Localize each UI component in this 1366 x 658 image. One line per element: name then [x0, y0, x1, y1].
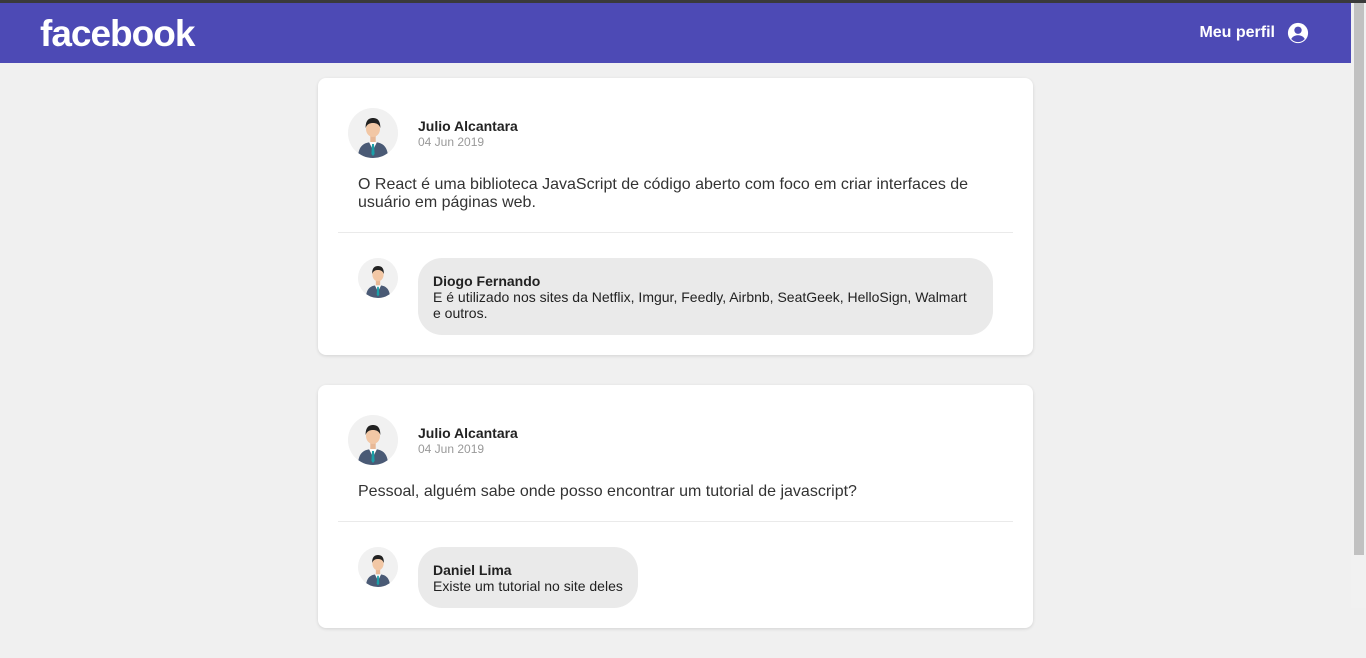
- commenter-avatar-icon[interactable]: [358, 258, 398, 298]
- post-card: Julio Alcantara 04 Jun 2019 O React é um…: [318, 78, 1033, 355]
- post-date: 04 Jun 2019: [418, 441, 485, 456]
- comment-bubble: Diogo Fernando E é utilizado nos sites d…: [418, 258, 993, 335]
- my-profile-label: Meu perfil: [1199, 24, 1275, 41]
- divider: [338, 232, 1013, 233]
- scrollbar-thumb[interactable]: [1354, 3, 1364, 555]
- divider: [338, 521, 1013, 522]
- author-info: Julio Alcantara 04 Jun 2019: [418, 118, 518, 149]
- facebook-logo[interactable]: facebook: [40, 15, 195, 52]
- my-profile-link[interactable]: Meu perfil: [1199, 22, 1309, 44]
- comment-text: Existe um tutorial no site deles: [433, 578, 623, 594]
- commenter-avatar-icon[interactable]: [358, 547, 398, 587]
- top-navbar: facebook Meu perfil: [0, 3, 1351, 63]
- post-author[interactable]: Julio Alcantara: [418, 425, 518, 442]
- comment: Daniel Lima Existe um tutorial no site d…: [338, 547, 1013, 608]
- author-avatar-icon[interactable]: [348, 108, 398, 158]
- post-content: Pessoal, alguém sabe onde posso encontra…: [358, 483, 857, 500]
- post-card: Julio Alcantara 04 Jun 2019 Pessoal, alg…: [318, 385, 1033, 628]
- user-circle-icon: [1287, 22, 1309, 44]
- post-author[interactable]: Julio Alcantara: [418, 118, 518, 135]
- comment-text: E é utilizado nos sites da Netflix, Imgu…: [433, 289, 967, 321]
- comment-bubble: Daniel Lima Existe um tutorial no site d…: [418, 547, 638, 608]
- author-info: Julio Alcantara 04 Jun 2019: [418, 425, 518, 456]
- post-header: Julio Alcantara 04 Jun 2019: [338, 415, 1013, 465]
- post-content: O React é uma biblioteca JavaScript de c…: [358, 176, 969, 211]
- comment-author[interactable]: Diogo Fernando: [433, 273, 978, 289]
- comment-author[interactable]: Daniel Lima: [433, 562, 623, 578]
- author-avatar-icon[interactable]: [348, 415, 398, 465]
- comment: Diogo Fernando E é utilizado nos sites d…: [338, 258, 1013, 335]
- page-scrollbar[interactable]: [1351, 3, 1366, 608]
- post-header: Julio Alcantara 04 Jun 2019: [338, 108, 1013, 158]
- post-date: 04 Jun 2019: [418, 134, 485, 149]
- post-feed: Julio Alcantara 04 Jun 2019 O React é um…: [318, 78, 1033, 658]
